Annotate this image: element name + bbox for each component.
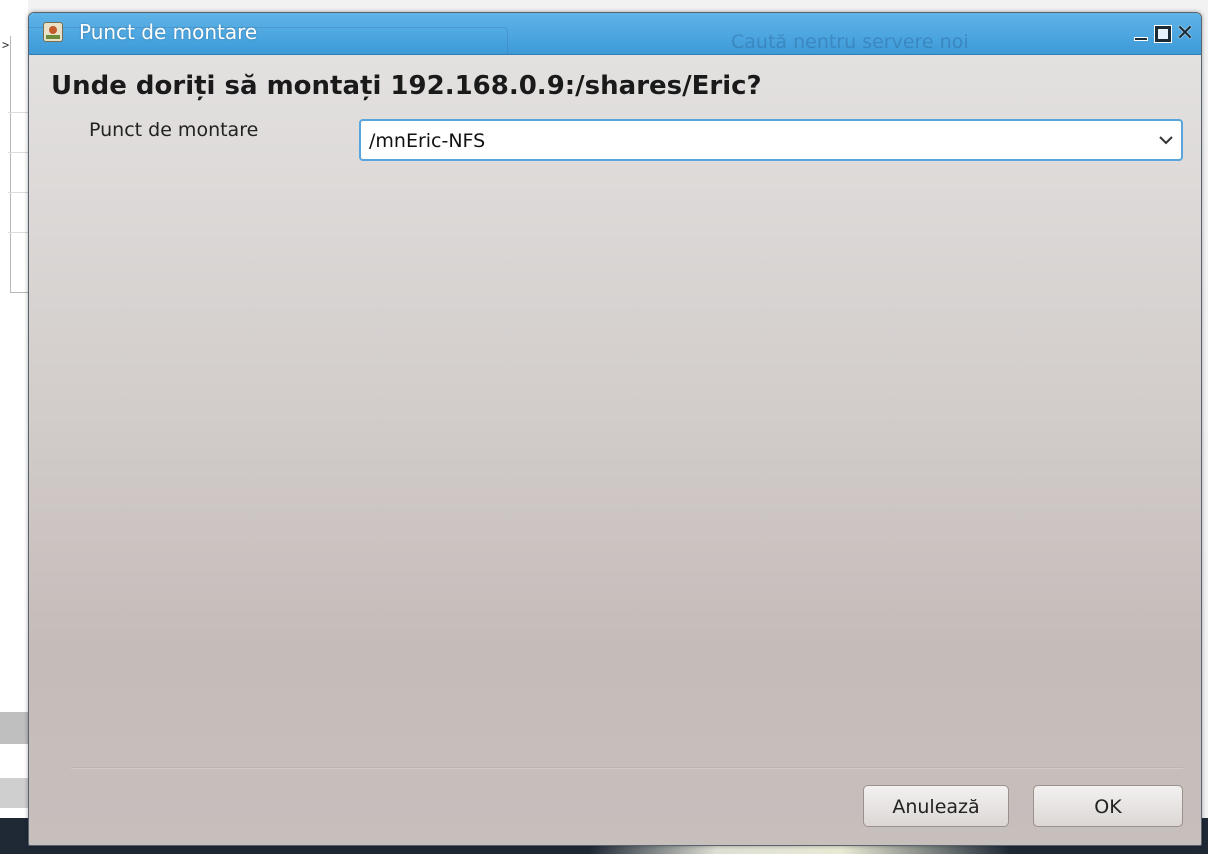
mount-point-value[interactable]: /mnEric-NFS	[369, 130, 485, 152]
mount-point-label: Punct de montare	[89, 119, 259, 141]
background-frame	[10, 36, 29, 293]
dialog-question: Unde doriți să montați 192.168.0.9:/shar…	[51, 71, 762, 101]
background-band	[0, 712, 28, 744]
ok-button[interactable]: OK	[1033, 785, 1183, 827]
title-bar[interactable]: Caută nentru servere noi Punct de montar…	[29, 13, 1201, 55]
background-search-text: Caută nentru servere noi	[731, 31, 969, 53]
chevron-down-icon[interactable]	[1157, 131, 1175, 149]
button-separator	[71, 767, 1183, 769]
background-row-divider	[8, 152, 28, 153]
dialog-body: Unde doriți să montați 192.168.0.9:/shar…	[29, 55, 1201, 845]
mount-point-dialog: Caută nentru servere noi Punct de montar…	[28, 12, 1202, 846]
expand-arrow-icon: >	[2, 38, 10, 52]
maximize-icon[interactable]	[1153, 24, 1173, 44]
background-row-divider	[8, 192, 28, 193]
window-title: Punct de montare	[79, 20, 258, 44]
background-band	[0, 778, 28, 808]
mount-point-combobox[interactable]: /mnEric-NFS	[359, 119, 1183, 161]
background-row-divider	[8, 232, 28, 233]
cancel-button[interactable]: Anulează	[863, 785, 1009, 827]
background-row-divider	[8, 112, 28, 113]
window-controls: ✕	[1131, 23, 1195, 45]
app-icon	[43, 22, 63, 42]
minimize-icon[interactable]	[1131, 24, 1151, 44]
close-icon[interactable]: ✕	[1175, 23, 1195, 45]
